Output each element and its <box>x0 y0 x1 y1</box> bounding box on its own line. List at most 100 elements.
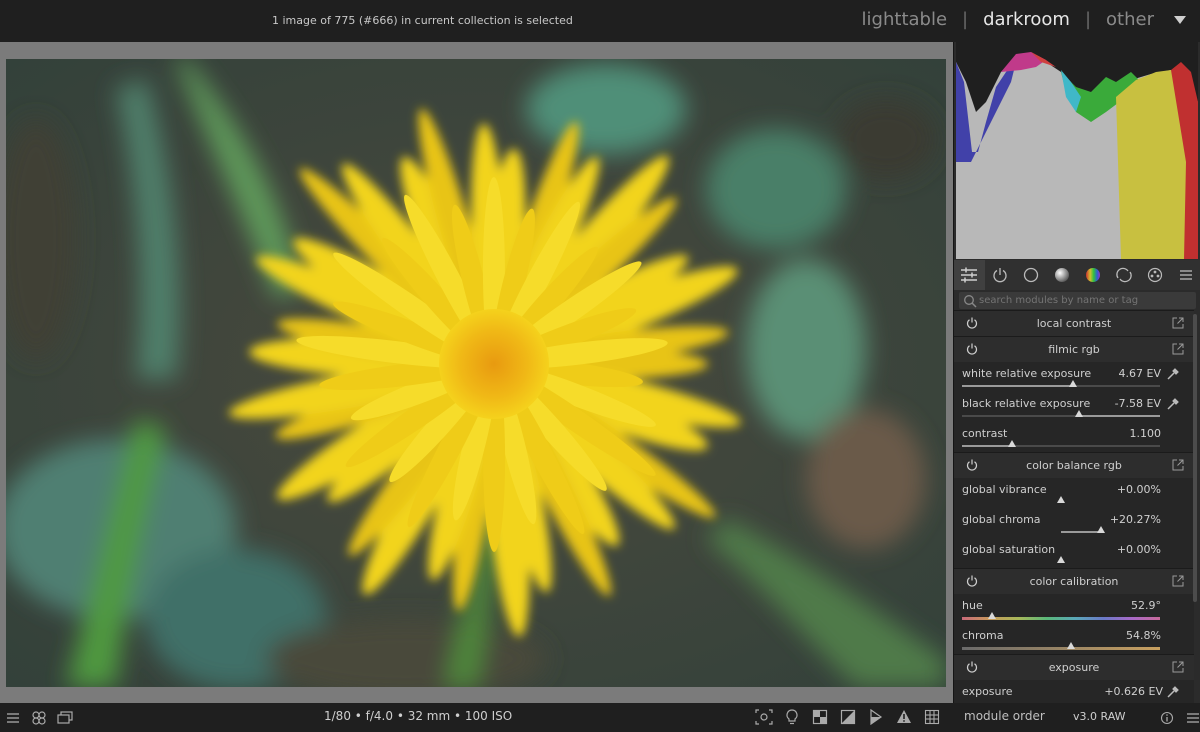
module-scrollbar[interactable] <box>1193 314 1197 602</box>
view-separator: | <box>962 9 969 30</box>
softproof-icon[interactable] <box>867 708 885 726</box>
module-title: filmic rgb <box>1048 343 1100 356</box>
slider-marker[interactable] <box>1068 380 1077 387</box>
slider-value: +0.00% <box>1116 543 1161 556</box>
module-power-icon[interactable] <box>966 459 978 474</box>
slider-value: 4.67 EV <box>1118 367 1161 380</box>
center-view <box>0 42 953 703</box>
module-color-balance-header[interactable]: color balance rgb <box>954 452 1194 478</box>
module-presets-icon[interactable] <box>1172 661 1184 676</box>
histogram[interactable] <box>956 42 1198 259</box>
quick-access-menu-icon[interactable] <box>4 709 22 727</box>
slider-label: global saturation <box>962 543 1056 556</box>
module-exposure-body: exposure +0.626 EV <box>954 680 1194 703</box>
menu-icon[interactable] <box>1170 260 1200 290</box>
slider-value: 52.9° <box>1131 599 1161 612</box>
slider-label: black relative exposure <box>962 397 1091 410</box>
module-color-calibration-header[interactable]: color calibration <box>954 568 1194 594</box>
module-filmic-header[interactable]: filmic rgb <box>954 336 1194 362</box>
module-color-balance-body: global vibrance +0.00% global chroma +20… <box>954 478 1194 568</box>
slider-marker[interactable] <box>1074 410 1083 417</box>
power-icon[interactable] <box>985 260 1016 290</box>
module-title: local contrast <box>1036 317 1112 330</box>
slider-marker[interactable] <box>1057 496 1065 503</box>
slider-value: +0.626 EV <box>1104 685 1163 698</box>
slider-value: +20.27% <box>1109 513 1161 526</box>
view-lighttable[interactable]: lighttable <box>862 9 947 30</box>
views-dropdown-icon[interactable] <box>1174 15 1186 24</box>
module-power-icon[interactable] <box>966 317 978 332</box>
info-icon[interactable] <box>1158 709 1176 727</box>
dandelion-photo <box>6 59 946 687</box>
slider-value: -7.58 EV <box>1114 397 1161 410</box>
slider-value: 54.8% <box>1126 629 1161 642</box>
slider-marker[interactable] <box>1007 440 1016 447</box>
slider-label: exposure <box>962 685 1013 698</box>
module-power-icon[interactable] <box>966 575 978 590</box>
global-vibrance-slider[interactable]: global vibrance +0.00% <box>954 478 1194 508</box>
module-title: color calibration <box>1029 575 1119 588</box>
slider-marker[interactable] <box>1057 556 1065 563</box>
photo-preview[interactable] <box>6 59 946 687</box>
menu-icon[interactable] <box>1184 709 1200 727</box>
gamut-check-icon[interactable] <box>895 708 913 726</box>
view-darkroom[interactable]: darkroom <box>983 9 1070 30</box>
active-modules-icon[interactable] <box>954 260 985 290</box>
contrast-slider[interactable]: contrast 1.100 <box>954 422 1194 452</box>
view-other[interactable]: other <box>1106 9 1154 30</box>
color-picker-icon[interactable] <box>1166 366 1180 385</box>
slider-track <box>962 496 1160 503</box>
module-order-label[interactable]: module order <box>964 709 1045 723</box>
slider-marker[interactable] <box>1096 526 1105 533</box>
module-search-input[interactable] <box>979 295 1194 306</box>
module-filmic-body: white relative exposure 4.67 EV black re… <box>954 362 1194 452</box>
slider-label: chroma <box>962 629 1004 642</box>
module-power-icon[interactable] <box>966 661 978 676</box>
module-group-tabs <box>954 260 1200 290</box>
selection-status: 1 image of 775 (#666) in current collect… <box>272 14 573 27</box>
right-panel: local contrast filmic rgb white relative… <box>953 42 1200 703</box>
circle-icon[interactable] <box>1016 260 1047 290</box>
module-local-contrast-header[interactable]: local contrast <box>954 310 1194 336</box>
top-bar: 1 image of 775 (#666) in current collect… <box>0 0 1200 42</box>
second-window-icon[interactable] <box>56 709 74 727</box>
effect-icon[interactable] <box>1139 260 1170 290</box>
module-presets-icon[interactable] <box>1172 575 1184 590</box>
module-presets-icon[interactable] <box>1172 343 1184 358</box>
view-switcher: lighttable | darkroom | other <box>862 9 1186 30</box>
view-separator: | <box>1084 9 1092 30</box>
slider-track <box>962 380 1160 387</box>
slider-track <box>962 642 1160 650</box>
color-icon[interactable] <box>1078 260 1109 290</box>
clipping-indicator-icon[interactable] <box>839 708 857 726</box>
styles-icon[interactable] <box>30 709 48 727</box>
hue-slider[interactable]: hue 52.9° <box>954 594 1194 624</box>
global-chroma-slider[interactable]: global chroma +20.27% <box>954 508 1194 538</box>
module-search[interactable] <box>959 292 1196 309</box>
black-relative-exposure-slider[interactable]: black relative exposure -7.58 EV <box>954 392 1194 422</box>
slider-marker[interactable] <box>987 612 996 619</box>
slider-marker[interactable] <box>1066 642 1075 649</box>
color-assessment-icon[interactable] <box>783 708 801 726</box>
module-presets-icon[interactable] <box>1172 459 1184 474</box>
raw-overexposed-icon[interactable] <box>811 708 829 726</box>
module-presets-icon[interactable] <box>1172 317 1184 332</box>
module-power-icon[interactable] <box>966 343 978 358</box>
chroma-slider[interactable]: chroma 54.8% <box>954 624 1194 654</box>
sphere-icon[interactable] <box>1047 260 1078 290</box>
focus-peaking-icon[interactable] <box>755 708 773 726</box>
slider-track <box>962 556 1160 563</box>
bottom-bar: 1/80 • f/4.0 • 32 mm • 100 ISO module or… <box>0 703 1200 732</box>
global-saturation-slider[interactable]: global saturation +0.00% <box>954 538 1194 568</box>
color-picker-icon[interactable] <box>1166 684 1180 703</box>
guides-icon[interactable] <box>923 708 941 726</box>
slider-track <box>962 440 1160 447</box>
white-relative-exposure-slider[interactable]: white relative exposure 4.67 EV <box>954 362 1194 392</box>
module-exposure-header[interactable]: exposure <box>954 654 1194 680</box>
color-picker-icon[interactable] <box>1166 396 1180 415</box>
exposure-slider[interactable]: exposure +0.626 EV <box>954 680 1194 703</box>
slider-label: hue <box>962 599 983 612</box>
correct-icon[interactable] <box>1108 260 1139 290</box>
slider-label: contrast <box>962 427 1008 440</box>
slider-value: 1.100 <box>1129 427 1162 440</box>
